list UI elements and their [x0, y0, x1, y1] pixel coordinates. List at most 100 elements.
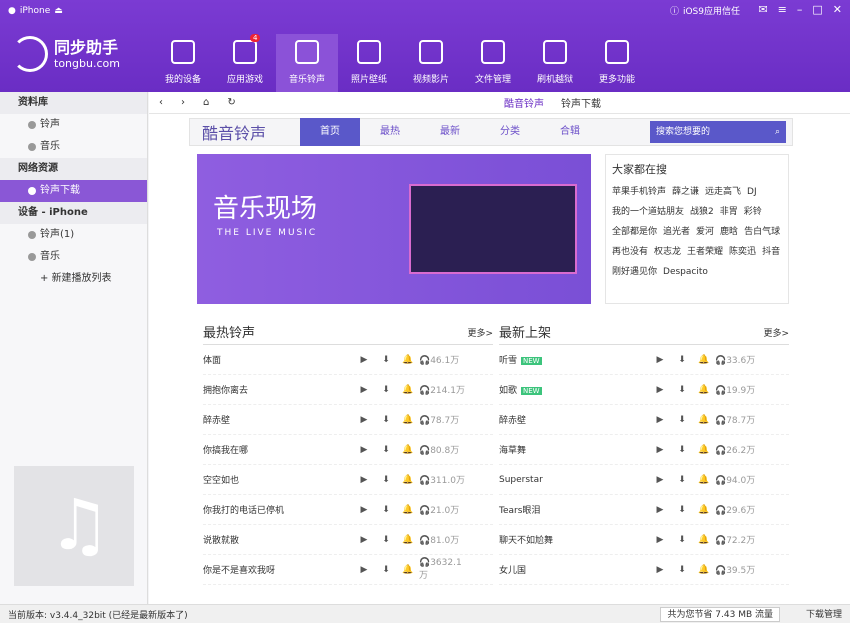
download-icon[interactable]: ⬇ [671, 445, 693, 455]
play-icon[interactable]: ▶ [353, 505, 375, 515]
play-icon[interactable]: ▶ [649, 385, 671, 395]
hot-tag[interactable]: 鹿晗 [720, 225, 738, 239]
play-icon[interactable]: ▶ [353, 445, 375, 455]
bell-icon[interactable]: 🔔 [693, 505, 715, 515]
tab-home[interactable]: 首页 [300, 118, 360, 146]
list-item[interactable]: 如歌 NEW ▶ ⬇ 🔔 🎧19.9万 [499, 375, 789, 405]
nav-videos[interactable]: 视频影片 [400, 34, 462, 92]
gift-icon[interactable]: ✉ [758, 3, 767, 16]
play-icon[interactable]: ▶ [649, 475, 671, 485]
list-item[interactable]: 海草舞 ▶ ⬇ 🔔 🎧26.2万 [499, 435, 789, 465]
play-icon[interactable]: ▶ [353, 475, 375, 485]
hot-tag[interactable]: 彩铃 [744, 205, 762, 219]
more-link[interactable]: 更多> [763, 326, 789, 339]
play-icon[interactable]: ▶ [649, 355, 671, 365]
tab-new[interactable]: 最新 [420, 118, 480, 146]
back-icon[interactable]: ‹ [159, 97, 163, 108]
bell-icon[interactable]: 🔔 [397, 535, 419, 545]
hot-tag[interactable]: 远走高飞 [705, 185, 741, 199]
ios9-trust[interactable]: ⓘ iOS9应用信任 [670, 4, 740, 17]
nav-more[interactable]: 更多功能 [586, 34, 648, 92]
hot-tag[interactable]: 我的一个道姑朋友 [612, 205, 684, 219]
bell-icon[interactable]: 🔔 [693, 535, 715, 545]
bell-icon[interactable]: 🔔 [693, 475, 715, 485]
play-icon[interactable]: ▶ [353, 355, 375, 365]
list-item[interactable]: 听雪 NEW ▶ ⬇ 🔔 🎧33.6万 [499, 345, 789, 375]
list-item[interactable]: 说散就散 ▶ ⬇ 🔔 🎧81.0万 [203, 525, 493, 555]
tab-collection[interactable]: 合辑 [540, 118, 600, 146]
bell-icon[interactable]: 🔔 [397, 415, 419, 425]
bell-icon[interactable]: 🔔 [693, 385, 715, 395]
hot-tag[interactable]: 权志龙 [654, 245, 681, 259]
sidebar-item-device-music[interactable]: 音乐 [0, 246, 147, 268]
download-icon[interactable]: ⬇ [375, 415, 397, 425]
bell-icon[interactable]: 🔔 [397, 475, 419, 485]
hot-tag[interactable]: Despacito [663, 265, 708, 279]
minimize-button[interactable]: – [797, 3, 803, 16]
list-item[interactable]: Superstar ▶ ⬇ 🔔 🎧94.0万 [499, 465, 789, 495]
banner[interactable]: 音乐现场 THE LIVE MUSIC [197, 154, 591, 304]
hot-tag[interactable]: 薛之谦 [672, 185, 699, 199]
bell-icon[interactable]: 🔔 [397, 565, 419, 575]
sidebar-item-new-playlist[interactable]: + 新建播放列表 [0, 268, 147, 290]
download-icon[interactable]: ⬇ [671, 565, 693, 575]
download-icon[interactable]: ⬇ [375, 445, 397, 455]
list-item[interactable]: 你我打的电话已停机 ▶ ⬇ 🔔 🎧21.0万 [203, 495, 493, 525]
search-input[interactable]: 搜索您想要的 ⌕ [650, 121, 786, 143]
bell-icon[interactable]: 🔔 [693, 445, 715, 455]
hot-tag[interactable]: 抖音 [762, 245, 780, 259]
hot-tag[interactable]: 战狼2 [690, 205, 714, 219]
menu-icon[interactable]: ≡ [778, 3, 787, 16]
download-icon[interactable]: ⬇ [671, 385, 693, 395]
tab-category[interactable]: 分类 [480, 118, 540, 146]
sidebar-item-music[interactable]: 音乐 [0, 136, 147, 158]
refresh-icon[interactable]: ↻ [227, 97, 235, 108]
download-icon[interactable]: ⬇ [671, 355, 693, 365]
device-selector[interactable]: ● iPhone ⏏ [0, 1, 71, 21]
play-icon[interactable]: ▶ [353, 565, 375, 575]
play-icon[interactable]: ▶ [649, 505, 671, 515]
nav-apps[interactable]: 4 应用游戏 [214, 34, 276, 92]
sidebar-item-ring-download[interactable]: 铃声下载 [0, 180, 147, 202]
nav-photos[interactable]: 照片壁纸 [338, 34, 400, 92]
nav-files[interactable]: 文件管理 [462, 34, 524, 92]
play-icon[interactable]: ▶ [353, 415, 375, 425]
download-icon[interactable]: ⬇ [375, 505, 397, 515]
download-icon[interactable]: ⬇ [375, 475, 397, 485]
download-icon[interactable]: ⬇ [375, 385, 397, 395]
forward-icon[interactable]: › [181, 97, 185, 108]
play-icon[interactable]: ▶ [649, 415, 671, 425]
hot-tag[interactable]: 王者荣耀 [687, 245, 723, 259]
hot-tag[interactable]: 苹果手机铃声 [612, 185, 666, 199]
eject-icon[interactable]: ⏏ [54, 6, 63, 16]
nav-jailbreak[interactable]: 刷机越狱 [524, 34, 586, 92]
hot-tag[interactable]: 刚好遇见你 [612, 265, 657, 279]
list-item[interactable]: 醉赤壁 ▶ ⬇ 🔔 🎧78.7万 [203, 405, 493, 435]
hot-tag[interactable]: 全部都是你 [612, 225, 657, 239]
list-item[interactable]: 醉赤壁 ▶ ⬇ 🔔 🎧78.7万 [499, 405, 789, 435]
sidebar-item-ringtone[interactable]: 铃声 [0, 114, 147, 136]
play-icon[interactable]: ▶ [649, 565, 671, 575]
bell-icon[interactable]: 🔔 [693, 355, 715, 365]
list-item[interactable]: 你搞我在哪 ▶ ⬇ 🔔 🎧80.8万 [203, 435, 493, 465]
hot-tag[interactable]: DJ [747, 185, 757, 199]
nav-my-device[interactable]: 我的设备 [152, 34, 214, 92]
nav-music[interactable]: 音乐铃声 [276, 34, 338, 92]
download-icon[interactable]: ⬇ [375, 565, 397, 575]
download-manager[interactable]: 下载管理 [806, 607, 842, 620]
home-icon[interactable]: ⌂ [203, 97, 209, 108]
download-icon[interactable]: ⬇ [375, 355, 397, 365]
list-item[interactable]: 女儿国 ▶ ⬇ 🔔 🎧39.5万 [499, 555, 789, 585]
bell-icon[interactable]: 🔔 [693, 565, 715, 575]
download-icon[interactable]: ⬇ [671, 505, 693, 515]
tab-hot[interactable]: 最热 [360, 118, 420, 146]
list-item[interactable]: Tears眼泪 ▶ ⬇ 🔔 🎧29.6万 [499, 495, 789, 525]
list-item[interactable]: 体面 ▶ ⬇ 🔔 🎧46.1万 [203, 345, 493, 375]
bell-icon[interactable]: 🔔 [693, 415, 715, 425]
tab-download[interactable]: 铃声下载 [561, 95, 601, 110]
list-item[interactable]: 你是不是喜欢我呀 ▶ ⬇ 🔔 🎧3632.1万 [203, 555, 493, 585]
maximize-button[interactable]: □ [812, 3, 822, 16]
more-link[interactable]: 更多> [467, 326, 493, 339]
close-button[interactable]: ✕ [833, 3, 842, 16]
list-item[interactable]: 拥抱你离去 ▶ ⬇ 🔔 🎧214.1万 [203, 375, 493, 405]
